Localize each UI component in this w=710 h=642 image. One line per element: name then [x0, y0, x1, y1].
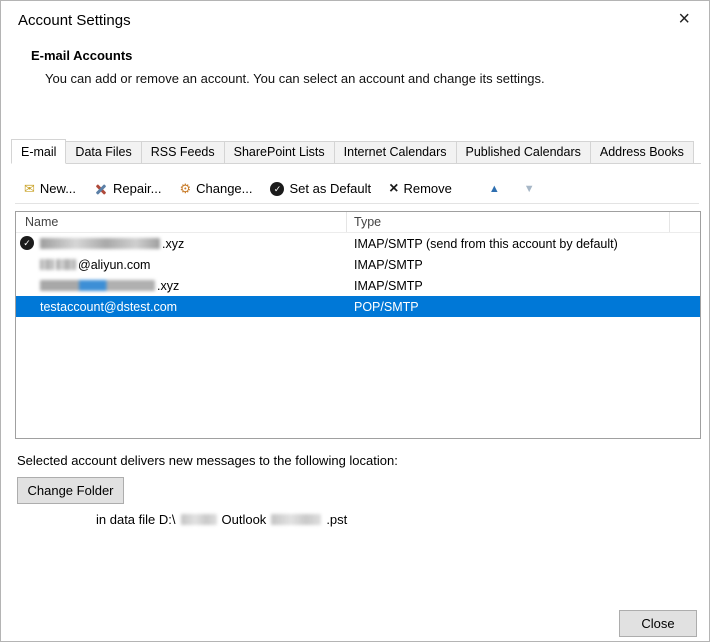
repair-button[interactable]: Repair...: [91, 179, 164, 198]
repair-tools-icon: [94, 182, 108, 196]
tab-rss-feeds[interactable]: RSS Feeds: [141, 141, 225, 163]
account-name-cell: testaccount@dstest.com: [16, 296, 347, 317]
account-name-cell: @aliyun.com: [16, 254, 347, 275]
column-header-name[interactable]: Name: [16, 212, 347, 232]
tab-bar: E-mail Data Files RSS Feeds SharePoint L…: [11, 139, 701, 164]
redacted-account-name: [40, 238, 160, 249]
tab-address-books[interactable]: Address Books: [590, 141, 694, 163]
gear-icon: ⚙: [179, 181, 191, 197]
account-name-cell: .xyz: [16, 275, 347, 296]
data-file-path: in data file D:\ Outlook .pst: [96, 512, 347, 527]
account-row-selected[interactable]: testaccount@dstest.com POP/SMTP: [16, 296, 700, 317]
redacted-account-name: [56, 259, 76, 270]
remove-x-icon: ×: [389, 182, 398, 196]
account-settings-dialog: Account Settings × E-mail Accounts You c…: [0, 0, 710, 642]
change-button[interactable]: ⚙ Change...: [176, 179, 255, 199]
set-as-default-button[interactable]: ✓ Set as Default: [267, 179, 374, 198]
data-file-mid: Outlook: [222, 512, 267, 527]
tab-sharepoint-lists[interactable]: SharePoint Lists: [224, 141, 335, 163]
close-button[interactable]: Close: [619, 610, 697, 637]
set-default-button-label: Set as Default: [289, 181, 371, 196]
redacted-account-name: [40, 259, 54, 270]
section-description: You can add or remove an account. You ca…: [45, 71, 545, 86]
new-account-button[interactable]: ✉ New...: [21, 179, 79, 199]
remove-button-label: Remove: [403, 181, 451, 196]
account-row[interactable]: .xyz IMAP/SMTP: [16, 275, 700, 296]
account-name-suffix: .xyz: [157, 279, 179, 293]
remove-button[interactable]: × Remove: [386, 179, 455, 198]
window-title: Account Settings: [18, 12, 131, 29]
data-file-suffix: .pst: [326, 512, 347, 527]
move-up-button[interactable]: ▲: [483, 181, 506, 197]
default-account-check-icon: ✓: [20, 236, 34, 250]
redacted-path-segment: [271, 514, 321, 525]
down-arrow-icon: ▼: [524, 183, 535, 195]
redacted-account-name: [40, 280, 155, 291]
account-type: IMAP/SMTP (send from this account by def…: [347, 237, 700, 251]
account-name-suffix: @aliyun.com: [78, 258, 150, 272]
accounts-table: Name Type ✓ .xyz IMAP/SMTP (send from th…: [15, 211, 701, 439]
delivery-location-note: Selected account delivers new messages t…: [17, 453, 398, 468]
account-name: testaccount@dstest.com: [40, 300, 177, 314]
account-name-cell: ✓ .xyz: [16, 233, 347, 254]
table-header: Name Type: [16, 212, 700, 233]
section-title: E-mail Accounts: [31, 48, 132, 63]
change-folder-button[interactable]: Change Folder: [17, 477, 124, 504]
tab-email[interactable]: E-mail: [11, 139, 66, 164]
move-down-button[interactable]: ▼: [518, 181, 541, 197]
change-button-label: Change...: [196, 181, 252, 196]
tab-published-calendars[interactable]: Published Calendars: [456, 141, 591, 163]
account-type: IMAP/SMTP: [347, 258, 700, 272]
account-name-suffix: .xyz: [162, 237, 184, 251]
account-type: POP/SMTP: [347, 300, 700, 314]
account-row[interactable]: ✓ .xyz IMAP/SMTP (send from this account…: [16, 233, 700, 254]
default-check-icon: ✓: [270, 182, 284, 196]
new-button-label: New...: [40, 181, 76, 196]
column-header-type[interactable]: Type: [347, 212, 670, 232]
close-icon[interactable]: ×: [672, 7, 696, 31]
accounts-toolbar: ✉ New... Repair... ⚙ Change... ✓ Set as …: [15, 177, 699, 204]
tab-data-files[interactable]: Data Files: [65, 141, 141, 163]
tab-internet-calendars[interactable]: Internet Calendars: [334, 141, 457, 163]
up-arrow-icon: ▲: [489, 183, 500, 195]
data-file-prefix: in data file D:\: [96, 512, 176, 527]
account-type: IMAP/SMTP: [347, 279, 700, 293]
account-row[interactable]: @aliyun.com IMAP/SMTP: [16, 254, 700, 275]
repair-button-label: Repair...: [113, 181, 161, 196]
redacted-path-segment: [181, 514, 217, 525]
envelope-icon: ✉: [24, 181, 35, 197]
